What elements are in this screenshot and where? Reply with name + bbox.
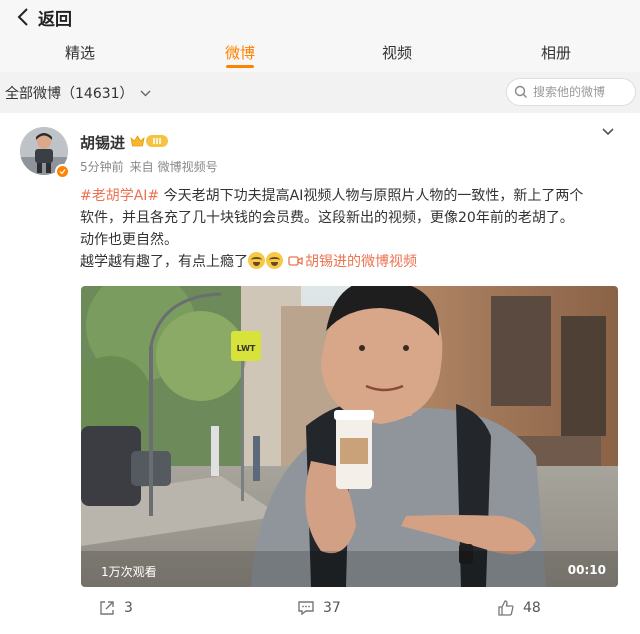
comment-count: 37: [323, 600, 341, 616]
back-label: 返回: [38, 9, 72, 30]
video-duration: 00:10: [567, 563, 606, 577]
level-badge: III: [146, 135, 168, 147]
like-icon: [498, 600, 514, 616]
search-input[interactable]: [533, 85, 633, 99]
search-box[interactable]: [506, 78, 636, 106]
like-count: 48: [523, 600, 541, 616]
post-line-1: #老胡学AI# 今天老胡下功夫提高AI视频人物与原照片人物的一致性，新上了两个: [80, 188, 584, 204]
tab-weibo[interactable]: 微博: [225, 42, 255, 63]
back-button[interactable]: 返回: [16, 5, 72, 30]
repost-icon: [100, 601, 114, 615]
post-card: 胡锡进 III 5分钟前 来自 微博视频号 #老胡学AI# 今天老胡下功夫提高AI视…: [0, 113, 640, 634]
filter-label: 全部微博（14631）: [5, 86, 134, 102]
like-button[interactable]: 48: [497, 599, 541, 617]
repost-count: 3: [124, 600, 133, 616]
tab-video[interactable]: 视频: [382, 42, 412, 63]
video-link[interactable]: 胡锡进的微博视频: [284, 254, 417, 270]
video-link-icon: [288, 256, 303, 266]
action-bar: 3 37 48: [0, 594, 640, 624]
back-chevron-icon: [17, 8, 28, 26]
crown-icon: [130, 135, 145, 147]
laugh-cry-emoji: [248, 252, 265, 269]
comment-button[interactable]: 37: [297, 599, 341, 617]
active-tab-indicator: [226, 65, 254, 68]
street-sign-text: LWT: [237, 344, 256, 353]
profile-tabs: 精选 微博 视频 相册: [0, 38, 640, 72]
filter-bar: 全部微博（14631）: [0, 72, 640, 112]
top-bar: 返回 精选 微博 视频 相册: [0, 0, 640, 72]
topic-link[interactable]: #老胡学AI#: [80, 188, 159, 204]
tab-album[interactable]: 相册: [541, 42, 571, 63]
post-source[interactable]: 微博视频号: [158, 160, 218, 174]
repost-button[interactable]: 3: [98, 599, 133, 617]
post-line-2: 软件，并且各充了几十块钱的会员费。这段新出的视频，更像20年前的老胡了。: [80, 210, 574, 226]
chevron-down-icon: [140, 90, 151, 96]
more-chevron-icon[interactable]: [601, 127, 615, 137]
post-time[interactable]: 5分钟前: [80, 160, 124, 174]
comment-icon: [298, 601, 314, 616]
view-count: 1万次观看: [101, 565, 157, 579]
post-line-4: 越学越有趣了，有点上瘾了 胡锡进的微博视频: [80, 252, 417, 270]
video-player[interactable]: LWT 1万次观看 00:10: [81, 286, 618, 587]
post-text: #老胡学AI# 今天老胡下功夫提高AI视频人物与原照片人物的一致性，新上了两个 …: [80, 185, 620, 273]
laugh-cry-emoji: [266, 252, 283, 269]
search-icon: [514, 85, 527, 98]
from-label: 来自: [129, 160, 154, 174]
verified-icon: [55, 164, 70, 179]
post-line-3: 动作也更自然。: [80, 232, 178, 248]
filter-dropdown[interactable]: 全部微博（14631）: [5, 83, 151, 103]
author-name[interactable]: 胡锡进: [80, 132, 125, 153]
post-meta: 5分钟前 来自 微博视频号: [80, 158, 218, 175]
video-thumbnail: LWT: [81, 286, 618, 587]
tab-featured[interactable]: 精选: [65, 42, 95, 63]
